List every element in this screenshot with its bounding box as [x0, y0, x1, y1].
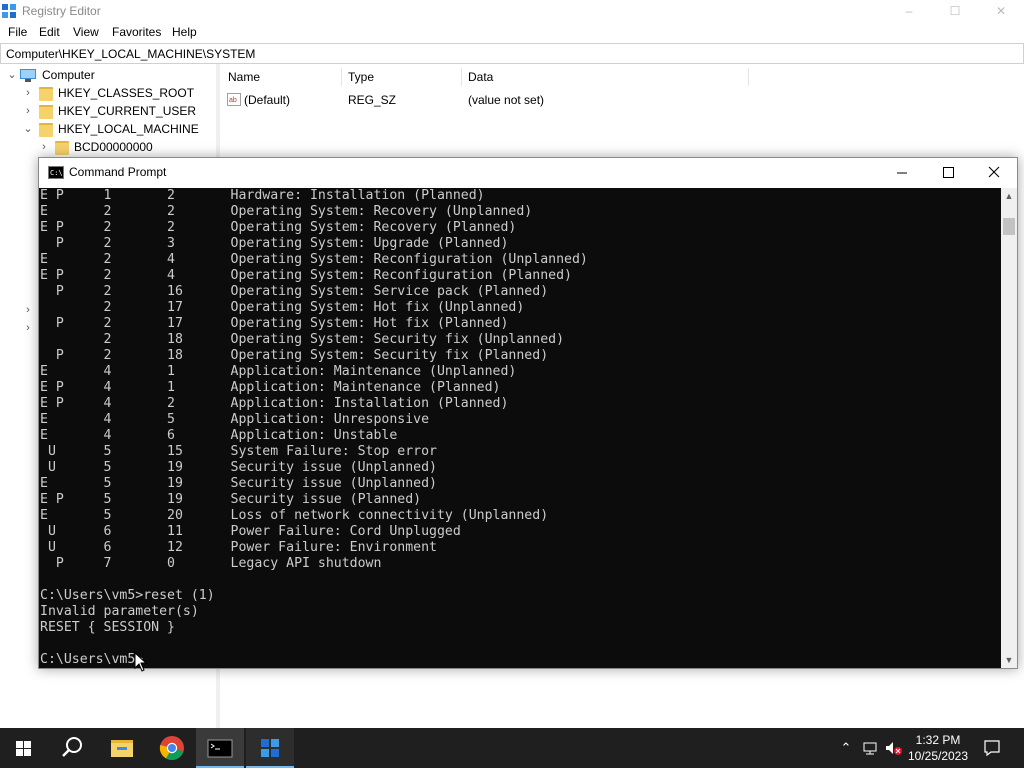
clock-time: 1:32 PM [915, 733, 961, 747]
column-header-name[interactable]: Name [228, 70, 260, 84]
maximize-button[interactable]: ☐ [932, 0, 978, 23]
value-type: REG_SZ [348, 93, 397, 107]
tree-label: HKEY_LOCAL_MACHINE [58, 122, 199, 136]
minimize-button[interactable] [879, 158, 925, 188]
command-prompt-icon [207, 739, 233, 758]
vertical-scrollbar[interactable]: ▲ ▼ [1001, 188, 1017, 668]
mouse-pointer-icon [134, 652, 148, 672]
tree-item-hkey-classes-root[interactable]: › HKEY_CLASSES_ROOT [0, 84, 216, 102]
menu-bar: File Edit View Favorites Help [0, 23, 1024, 42]
close-button[interactable]: ✕ [978, 0, 1024, 23]
column-divider[interactable] [341, 68, 342, 86]
tree-item-hkey-local-machine[interactable]: ⌄ HKEY_LOCAL_MACHINE [0, 120, 216, 138]
taskbar-command-prompt[interactable] [196, 728, 244, 768]
search-icon [62, 737, 82, 757]
svg-text:ab: ab [229, 97, 237, 104]
close-icon: ✕ [995, 4, 1007, 18]
value-data: (value not set) [468, 93, 545, 107]
maximize-icon [943, 167, 954, 178]
minimize-icon: – [905, 4, 913, 18]
folder-icon [39, 87, 53, 101]
maximize-icon: ☐ [949, 4, 961, 18]
command-prompt-titlebar[interactable]: C:\ Command Prompt [39, 158, 1017, 188]
start-icon [16, 741, 31, 756]
column-divider[interactable] [461, 68, 462, 86]
menu-view[interactable]: View [73, 25, 99, 39]
taskbar-registry-editor[interactable] [246, 728, 294, 768]
minimize-icon [897, 172, 907, 174]
close-button[interactable] [971, 158, 1017, 188]
minimize-button[interactable]: – [886, 0, 932, 23]
tree-label: BCD00000000 [74, 140, 153, 154]
tree-label: HKEY_CLASSES_ROOT [58, 86, 195, 100]
network-icon[interactable] [862, 740, 880, 756]
computer-icon [20, 69, 36, 82]
chevron-right-icon[interactable]: › [23, 319, 33, 337]
taskbar-file-explorer[interactable] [98, 728, 146, 768]
chevron-right-icon[interactable]: › [23, 301, 33, 319]
maximize-button[interactable] [925, 158, 971, 188]
command-prompt-icon: C:\ [48, 166, 64, 179]
command-prompt-window[interactable]: C:\ Command Prompt E P 1 2 Hardware: Ins… [38, 157, 1018, 669]
tree-item-bcd00000000[interactable]: › BCD00000000 [0, 138, 216, 156]
scroll-up-icon[interactable]: ▲ [1001, 188, 1017, 204]
chevron-right-icon[interactable]: › [23, 84, 33, 102]
taskbar-chrome[interactable] [148, 728, 196, 768]
registry-editor-titlebar: Registry Editor – ☐ ✕ [0, 0, 1024, 23]
menu-file[interactable]: File [8, 25, 27, 39]
taskbar: ⌃ 1:32 PM 10/25/2023 [0, 728, 1024, 768]
scroll-down-icon[interactable]: ▼ [1001, 652, 1017, 668]
tree-label: HKEY_CURRENT_USER [58, 104, 197, 118]
file-explorer-icon [111, 740, 133, 757]
chevron-down-icon[interactable]: ⌄ [23, 120, 33, 138]
value-name: (Default) [244, 93, 291, 107]
start-button[interactable] [0, 728, 48, 768]
registry-editor-icon [261, 739, 279, 757]
console-text: E P 1 2 Hardware: Installation (Planned)… [40, 188, 588, 667]
close-icon [988, 166, 1000, 178]
folder-open-icon [39, 123, 53, 137]
menu-edit[interactable]: Edit [39, 25, 60, 39]
chevron-down-icon[interactable]: ⌄ [7, 66, 17, 84]
address-path: Computer\HKEY_LOCAL_MACHINE\SYSTEM [6, 47, 256, 61]
clock-date: 10/25/2023 [907, 749, 969, 763]
scrollbar-thumb[interactable] [1003, 218, 1015, 235]
notifications-icon[interactable] [983, 739, 1001, 757]
registry-editor-title: Registry Editor [22, 4, 101, 18]
address-bar[interactable]: Computer\HKEY_LOCAL_MACHINE\SYSTEM [0, 43, 1024, 64]
tree-item-hkey-current-user[interactable]: › HKEY_CURRENT_USER [0, 102, 216, 120]
command-prompt-title: Command Prompt [69, 165, 167, 179]
folder-icon [39, 105, 53, 119]
registry-editor-app-icon [2, 4, 16, 18]
console-output[interactable]: E P 1 2 Hardware: Installation (Planned)… [39, 188, 1001, 668]
menu-help[interactable]: Help [172, 25, 197, 39]
tree-item-computer[interactable]: ⌄ Computer [0, 66, 216, 84]
system-clock[interactable]: 1:32 PM 10/25/2023 [904, 732, 972, 764]
chrome-icon [159, 736, 184, 760]
column-header-type[interactable]: Type [348, 70, 374, 84]
column-header-data[interactable]: Data [468, 70, 493, 84]
volume-muted-icon[interactable] [884, 740, 904, 756]
string-value-icon: ab [227, 93, 241, 106]
column-divider[interactable] [748, 68, 749, 86]
chevron-right-icon[interactable]: › [39, 138, 49, 156]
menu-favorites[interactable]: Favorites [112, 25, 161, 39]
search-button[interactable] [48, 728, 96, 768]
folder-icon [55, 141, 69, 155]
tree-label: Computer [42, 68, 95, 82]
chevron-right-icon[interactable]: › [23, 102, 33, 120]
show-hidden-icons-chevron-up-icon[interactable]: ⌃ [838, 740, 854, 756]
